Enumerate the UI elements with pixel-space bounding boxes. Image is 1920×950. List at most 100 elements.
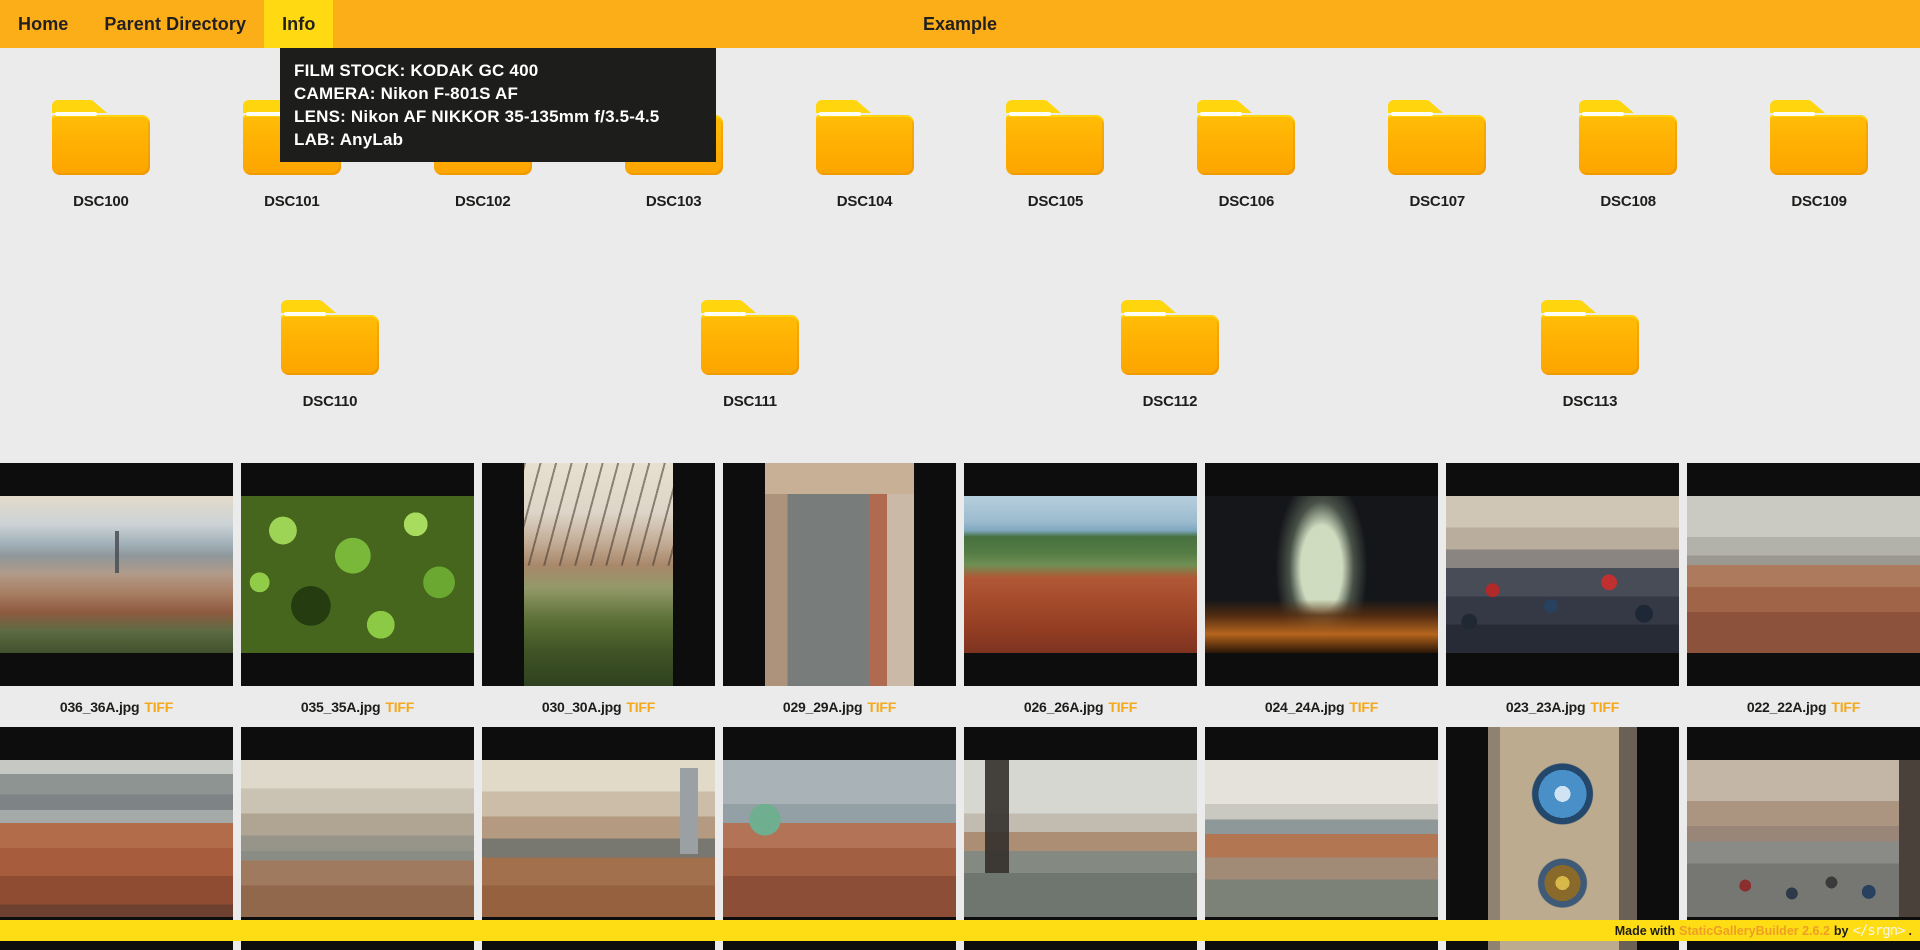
folder-icon bbox=[1388, 100, 1487, 175]
gallery-page: DSC100 DSC101 DSC102 DSC103 DSC104 DSC105 DSC1… bbox=[0, 48, 1920, 950]
image-thumbnail[interactable] bbox=[241, 727, 474, 950]
srgn-brand-link[interactable]: </srgn> bbox=[1853, 923, 1906, 939]
photo bbox=[482, 760, 715, 917]
photo bbox=[0, 496, 233, 653]
folder-item[interactable]: DSC109 bbox=[1729, 100, 1909, 210]
tiff-link[interactable]: TIFF bbox=[626, 699, 655, 715]
tiff-link[interactable]: TIFF bbox=[385, 699, 414, 715]
folder-body bbox=[1388, 115, 1487, 175]
folder-icon bbox=[1541, 300, 1639, 375]
folder-row: DSC110 DSC111 DSC112 DSC113 bbox=[0, 300, 1920, 410]
gallery-item bbox=[1205, 727, 1438, 950]
builder-link[interactable]: StaticGalleryBuilder 2.6.2 bbox=[1679, 924, 1830, 938]
folder-label: DSC109 bbox=[1791, 193, 1847, 210]
image-grid: 036_36A.jpg TIFF 035_35A.jpg TIFF 030_30A.jp… bbox=[0, 463, 1920, 950]
folder-body bbox=[701, 315, 799, 375]
photo bbox=[723, 760, 956, 917]
folder-body bbox=[1579, 115, 1678, 175]
photo bbox=[765, 463, 914, 686]
image-thumbnail[interactable] bbox=[0, 727, 233, 950]
image-thumbnail[interactable] bbox=[964, 463, 1197, 686]
image-thumbnail[interactable] bbox=[1687, 727, 1920, 950]
folder-label: DSC110 bbox=[302, 393, 358, 410]
gallery-item bbox=[241, 727, 474, 950]
image-caption: 035_35A.jpg TIFF bbox=[241, 686, 474, 727]
photo bbox=[1687, 760, 1920, 917]
folder-item[interactable]: DSC111 bbox=[660, 300, 840, 410]
tiff-link[interactable]: TIFF bbox=[1590, 699, 1619, 715]
folder-body bbox=[815, 115, 914, 175]
gallery-item: 023_23A.jpg TIFF bbox=[1446, 463, 1679, 727]
gallery-item bbox=[723, 727, 956, 950]
folder-label: DSC112 bbox=[1142, 393, 1198, 410]
tiff-link[interactable]: TIFF bbox=[1108, 699, 1137, 715]
image-thumbnail[interactable] bbox=[1687, 463, 1920, 686]
folder-body bbox=[1541, 315, 1639, 375]
photo bbox=[1446, 496, 1679, 653]
folder-item[interactable]: DSC108 bbox=[1538, 100, 1718, 210]
image-filename: 030_30A.jpg bbox=[541, 698, 622, 715]
image-filename: 024_24A.jpg bbox=[1264, 698, 1345, 715]
gallery-item bbox=[964, 727, 1197, 950]
folder-label: DSC103 bbox=[645, 193, 702, 210]
nav-item-home[interactable]: Home bbox=[0, 0, 86, 48]
image-thumbnail[interactable] bbox=[0, 463, 233, 686]
folder-icon bbox=[1121, 300, 1219, 375]
image-thumbnail[interactable] bbox=[482, 727, 715, 950]
image-thumbnail[interactable] bbox=[482, 463, 715, 686]
image-thumbnail[interactable] bbox=[964, 727, 1197, 950]
nav-item-parent-directory[interactable]: Parent Directory bbox=[86, 0, 264, 48]
folder-label: DSC108 bbox=[1600, 193, 1656, 210]
tiff-link[interactable]: TIFF bbox=[867, 699, 896, 715]
image-caption: 036_36A.jpg TIFF bbox=[0, 686, 233, 727]
photo bbox=[1205, 760, 1438, 917]
gallery-item bbox=[1446, 727, 1679, 950]
image-thumbnail[interactable] bbox=[1205, 727, 1438, 950]
folder-stripe bbox=[54, 112, 97, 116]
tiff-link[interactable]: TIFF bbox=[144, 699, 173, 715]
folder-label: DSC107 bbox=[1409, 193, 1466, 210]
folder-label: DSC102 bbox=[454, 193, 511, 210]
image-thumbnail[interactable] bbox=[1446, 463, 1679, 686]
image-filename: 026_26A.jpg bbox=[1023, 698, 1104, 715]
folder-label: DSC100 bbox=[73, 193, 129, 210]
photo bbox=[1488, 727, 1637, 950]
folder-item[interactable]: DSC113 bbox=[1500, 300, 1680, 410]
gallery-item bbox=[1687, 727, 1920, 950]
folder-stripe bbox=[1773, 112, 1816, 116]
folder-stripe bbox=[1544, 312, 1586, 316]
tiff-link[interactable]: TIFF bbox=[1831, 699, 1860, 715]
photo bbox=[1205, 496, 1438, 653]
folder-item[interactable]: DSC110 bbox=[240, 300, 420, 410]
photo bbox=[964, 760, 1197, 917]
gallery-item bbox=[482, 727, 715, 950]
image-thumbnail[interactable] bbox=[1205, 463, 1438, 686]
folder-item[interactable]: DSC106 bbox=[1156, 100, 1336, 210]
top-nav: Home Parent Directory Info Example bbox=[0, 0, 1920, 48]
footer-by: by bbox=[1833, 923, 1849, 938]
folder-item[interactable]: DSC107 bbox=[1347, 100, 1527, 210]
image-thumbnail[interactable] bbox=[1446, 727, 1679, 950]
image-thumbnail[interactable] bbox=[723, 463, 956, 686]
folder-label: DSC105 bbox=[1027, 193, 1084, 210]
folder-item[interactable]: DSC100 bbox=[11, 100, 191, 210]
folder-item[interactable]: DSC112 bbox=[1080, 300, 1260, 410]
gallery-item: 035_35A.jpg TIFF bbox=[241, 463, 474, 727]
photo bbox=[241, 496, 474, 653]
folder-item[interactable]: DSC105 bbox=[965, 100, 1145, 210]
folder-stripe bbox=[1009, 112, 1052, 116]
image-thumbnail[interactable] bbox=[723, 727, 956, 950]
folder-stripe bbox=[1582, 112, 1625, 116]
nav-item-info[interactable]: Info bbox=[264, 0, 334, 48]
image-thumbnail[interactable] bbox=[241, 463, 474, 686]
folder-stripe bbox=[818, 112, 861, 116]
footer-made-with: Made with bbox=[1614, 923, 1676, 938]
folder-stripe bbox=[704, 312, 746, 316]
folder-icon bbox=[281, 300, 379, 375]
folder-label: DSC101 bbox=[264, 193, 320, 210]
footer-period: . bbox=[1908, 923, 1912, 938]
folder-body bbox=[281, 315, 379, 375]
nav-links: Home Parent Directory Info bbox=[0, 0, 334, 48]
tiff-link[interactable]: TIFF bbox=[1349, 699, 1378, 715]
folder-item[interactable]: DSC104 bbox=[775, 100, 955, 210]
